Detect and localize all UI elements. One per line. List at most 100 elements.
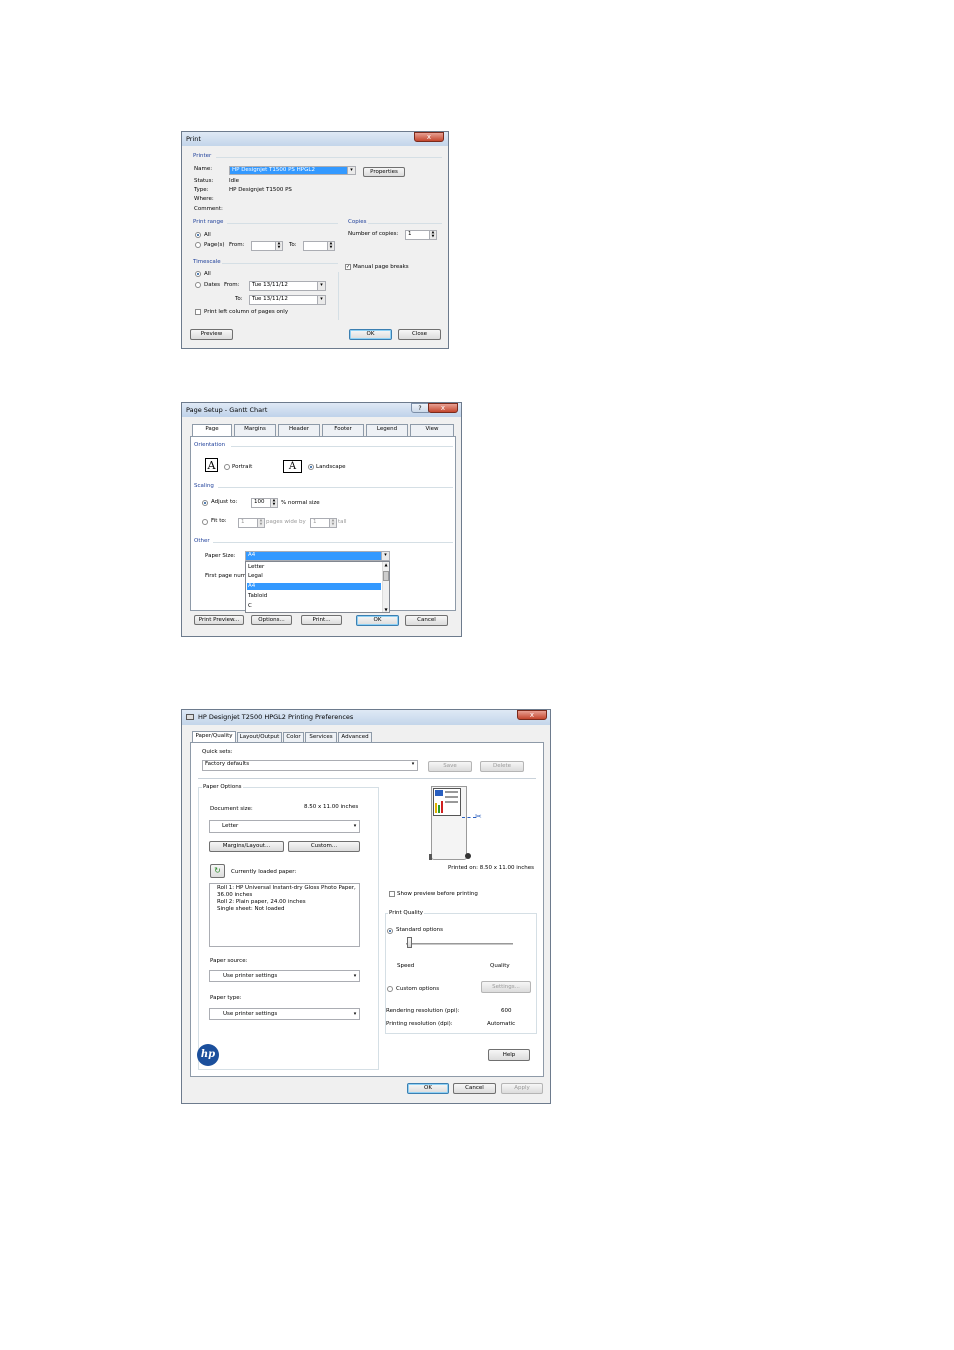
- spinner-icon[interactable]: ▲ ▼: [327, 242, 334, 250]
- close-window-button[interactable]: x: [428, 403, 458, 413]
- fit-wide-input[interactable]: 1 ▲ ▼: [238, 518, 265, 528]
- fit-to-radio[interactable]: [202, 519, 208, 525]
- pages-wide-by-label: pages wide by: [266, 519, 306, 525]
- range-to-input[interactable]: ▲ ▼: [303, 241, 335, 251]
- range-all-radio[interactable]: [195, 232, 201, 238]
- title-bar[interactable]: Page Setup - Gantt Chart ? x: [182, 403, 461, 417]
- timescale-all-radio[interactable]: [195, 271, 201, 277]
- help-window-button[interactable]: ?: [411, 403, 429, 413]
- quality-slider-track[interactable]: [406, 943, 513, 945]
- close-window-button[interactable]: x: [517, 710, 547, 720]
- tab-margins[interactable]: Margins: [234, 424, 276, 436]
- chevron-down-icon[interactable]: ▾: [351, 821, 359, 832]
- spinner-icon[interactable]: ▲ ▼: [257, 519, 264, 527]
- save-button[interactable]: Save: [428, 761, 472, 772]
- options-button[interactable]: Options...: [251, 615, 292, 625]
- tab-layout-output[interactable]: Layout/Output: [237, 732, 282, 742]
- paper-type-select[interactable]: Use printer settings ▾: [209, 1008, 360, 1020]
- ok-button[interactable]: OK: [349, 329, 392, 340]
- tab-services[interactable]: Services: [305, 732, 337, 742]
- range-from-input[interactable]: ▲ ▼: [251, 241, 283, 251]
- close-button[interactable]: Close: [398, 329, 441, 340]
- title-bar[interactable]: Print x: [182, 132, 448, 146]
- adjust-to-input[interactable]: 100 ▲ ▼: [251, 498, 278, 508]
- landscape-radio[interactable]: [308, 464, 314, 470]
- manual-breaks-checkbox[interactable]: ✓: [345, 264, 351, 270]
- tab-panel: Orientation A Portrait A Landscape Scali…: [190, 436, 456, 613]
- chevron-down-icon[interactable]: ▾: [317, 282, 325, 290]
- tab-view[interactable]: View: [410, 424, 454, 436]
- ok-button[interactable]: OK: [407, 1083, 449, 1094]
- custom-button[interactable]: Custom...: [288, 841, 360, 852]
- print-left-checkbox[interactable]: [195, 309, 201, 315]
- adjust-to-radio[interactable]: [202, 500, 208, 506]
- quick-sets-select[interactable]: Factory defaults ▾: [202, 760, 418, 771]
- chevron-down-icon[interactable]: ▾: [351, 971, 359, 981]
- paper-source-select[interactable]: Use printer settings ▾: [209, 970, 360, 982]
- properties-button[interactable]: Properties: [363, 167, 405, 177]
- chevron-down-icon[interactable]: ▾: [409, 761, 417, 770]
- quality-slider-thumb[interactable]: [407, 937, 412, 948]
- scroll-up-icon[interactable]: ▲: [383, 562, 389, 567]
- tab-advanced[interactable]: Advanced: [338, 732, 372, 742]
- spinner-icon[interactable]: ▲ ▼: [270, 499, 277, 507]
- title-bar[interactable]: HP Designjet T2500 HPGL2 Printing Prefer…: [182, 710, 550, 725]
- list-item[interactable]: A4: [247, 583, 381, 590]
- scissors-icon: ✂: [475, 812, 482, 821]
- margins-layout-button[interactable]: Margins/Layout...: [209, 841, 284, 852]
- spinner-icon[interactable]: ▲ ▼: [429, 231, 436, 239]
- loaded-paper-line: Roll 1: HP Universal Instant-dry Gloss P…: [217, 885, 356, 891]
- paper-size-select[interactable]: A4 ▾: [245, 551, 390, 561]
- chevron-down-icon[interactable]: ▾: [351, 1009, 359, 1019]
- spinner-icon[interactable]: ▲ ▼: [329, 519, 336, 527]
- tab-page[interactable]: Page: [192, 424, 232, 436]
- ok-button[interactable]: OK: [356, 615, 399, 626]
- timescale-from-select[interactable]: Tue 13/11/12 ▾: [249, 281, 326, 291]
- close-window-button[interactable]: x: [414, 132, 444, 142]
- scroll-down-icon[interactable]: ▼: [383, 607, 389, 612]
- cancel-button[interactable]: Cancel: [453, 1083, 496, 1094]
- list-item[interactable]: C: [247, 603, 381, 610]
- printer-name-select[interactable]: HP Designjet T1500 PS HPGL2 ▾: [229, 166, 356, 175]
- timescale-dates-radio[interactable]: [195, 282, 201, 288]
- standard-options-radio[interactable]: [387, 928, 393, 934]
- list-item[interactable]: Letter: [247, 564, 381, 571]
- paper-source-label: Paper source:: [210, 958, 248, 964]
- list-scrollbar[interactable]: ▲ ▼: [382, 562, 389, 612]
- portrait-radio[interactable]: [224, 464, 230, 470]
- show-preview-checkbox[interactable]: [389, 891, 395, 897]
- printer-name-label: Name:: [194, 166, 213, 172]
- chevron-down-icon[interactable]: ▾: [347, 167, 355, 174]
- delete-button[interactable]: Delete: [480, 761, 524, 772]
- print-preview-button[interactable]: Print Preview...: [194, 615, 244, 625]
- settings-button[interactable]: Settings...: [481, 981, 531, 993]
- fit-tall-input[interactable]: 1 ▲ ▼: [310, 518, 337, 528]
- quick-sets-value: Factory defaults: [205, 761, 250, 767]
- list-item[interactable]: Tabloid: [247, 593, 381, 600]
- apply-button[interactable]: Apply: [501, 1083, 543, 1094]
- tab-paper-quality[interactable]: Paper/Quality: [192, 731, 236, 742]
- custom-options-radio[interactable]: [387, 986, 393, 992]
- copies-input[interactable]: 1 ▲ ▼: [405, 230, 437, 240]
- document-size-select[interactable]: Letter ▾: [209, 820, 360, 833]
- landscape-label: Landscape: [316, 464, 346, 470]
- timescale-to-select[interactable]: Tue 13/11/12 ▾: [249, 295, 326, 305]
- window-title: Print: [186, 135, 201, 143]
- chevron-down-icon[interactable]: ▾: [381, 552, 389, 560]
- manual-breaks-label: Manual page breaks: [353, 264, 409, 270]
- range-pages-radio[interactable]: [195, 242, 201, 248]
- preview-button[interactable]: Preview: [190, 329, 233, 340]
- cancel-button[interactable]: Cancel: [405, 615, 448, 626]
- scroll-thumb[interactable]: [383, 571, 389, 581]
- list-item[interactable]: Legal: [247, 573, 381, 580]
- tab-color[interactable]: Color: [283, 732, 304, 742]
- refresh-icon[interactable]: ↻: [210, 864, 225, 878]
- print-button[interactable]: Print...: [301, 615, 342, 625]
- tab-header[interactable]: Header: [278, 424, 320, 436]
- spinner-icon[interactable]: ▲ ▼: [275, 242, 282, 250]
- chevron-down-icon[interactable]: ▾: [317, 296, 325, 304]
- help-button[interactable]: Help: [488, 1049, 530, 1061]
- tab-footer[interactable]: Footer: [322, 424, 364, 436]
- paper-size-list[interactable]: Letter Legal A4 Tabloid C ▲ ▼: [245, 561, 390, 613]
- tab-legend[interactable]: Legend: [366, 424, 408, 436]
